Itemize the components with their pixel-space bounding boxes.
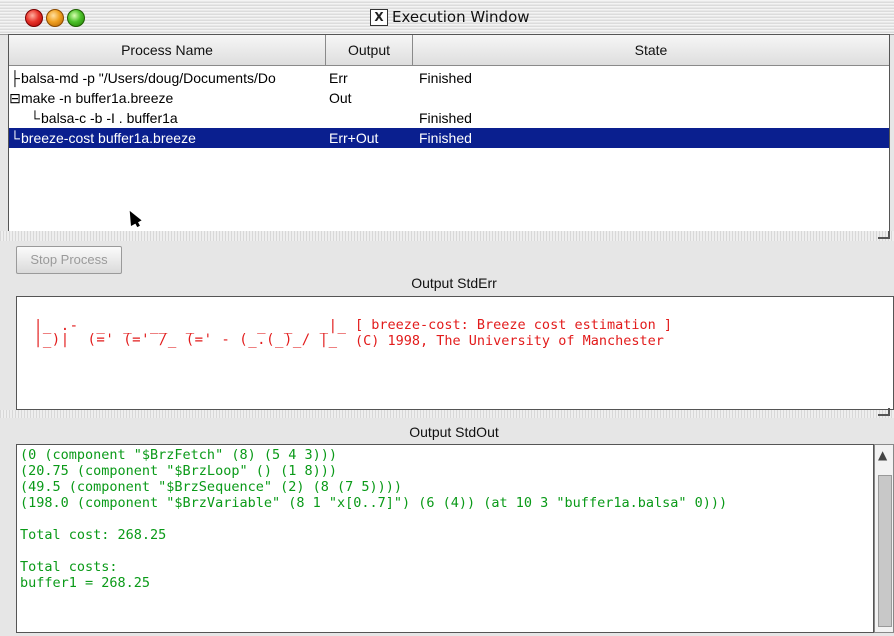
stdout-line: Total costs:	[20, 559, 118, 575]
scrollbar-thumb[interactable]	[878, 475, 892, 627]
stdout-output[interactable]: (0 (component "$BrzFetch" (8) (5 4 3))) …	[16, 444, 874, 633]
window-title: Execution Window	[392, 8, 530, 26]
mouse-pointer-icon	[124, 208, 142, 226]
stop-process-button[interactable]: Stop Process	[16, 246, 122, 274]
column-output[interactable]: Output	[326, 35, 413, 65]
process-name: breeze-cost buffer1a.breeze	[21, 130, 196, 146]
tree-collapse-icon[interactable]: ⊟	[9, 88, 21, 108]
ascii-line: |_ .- _ _ __ _ _ _ _|_	[25, 318, 347, 334]
process-output	[329, 108, 409, 128]
stdout-line: (20.75 (component "$BrzLoop" () (1 8)))	[20, 463, 337, 479]
stdout-line: (0 (component "$BrzFetch" (8) (5 4 3)))	[20, 447, 337, 463]
stdout-title: Output StdOut	[409, 424, 499, 440]
stderr-title: Output StdErr	[411, 275, 497, 291]
process-name: balsa-md -p "/Users/doug/Documents/Do	[21, 70, 276, 86]
process-state: Finished	[419, 70, 472, 86]
x11-icon: X	[370, 9, 388, 26]
stdout-line: buffer1 = 268.25	[20, 575, 151, 591]
column-process-name[interactable]: Process Name	[9, 35, 326, 65]
process-row-selected[interactable]: └breeze-cost buffer1a.breeze Err+Out Fin…	[9, 128, 889, 148]
stdout-line: Total cost: 268.25	[20, 527, 167, 543]
column-state[interactable]: State	[413, 35, 889, 65]
process-output: Err	[329, 70, 348, 86]
stderr-line: [ breeze-cost: Breeze cost estimation ]	[355, 317, 672, 333]
process-state	[419, 88, 819, 108]
tree-leaf-icon: └	[10, 130, 20, 146]
minimize-button[interactable]	[46, 9, 64, 27]
scroll-up-arrow-icon[interactable]: ▲	[878, 449, 887, 461]
close-button[interactable]	[25, 9, 43, 27]
stdout-line: (198.0 (component "$BrzVariable" (8 1 "x…	[20, 495, 728, 511]
resize-grip-icon[interactable]	[878, 408, 890, 416]
process-name: balsa-c -b -I . buffer1a	[41, 110, 178, 126]
process-table: Process Name Output State ├balsa-md -p "…	[8, 34, 890, 233]
process-output: Err+Out	[329, 130, 379, 146]
process-row[interactable]: ├balsa-md -p "/Users/doug/Documents/Do E…	[9, 68, 889, 88]
ascii-line: |_)| (=' (=' /_ (=' - (_.(_)_/ |_	[25, 332, 347, 348]
table-header: Process Name Output State	[9, 35, 889, 66]
process-name-cell: ⊟make -n buffer1a.breeze	[9, 88, 329, 108]
title-bar: X Execution Window	[0, 0, 894, 35]
tree-branch-icon: ├	[10, 70, 20, 86]
tree-leaf-icon: └	[30, 110, 40, 126]
breeze-cost-ascii-logo: |_ .- _ _ __ _ _ _ _|_ |_)| (=' (=' /_ (…	[25, 319, 346, 347]
stdout-line: (49.5 (component "$BrzSequence" (2) (8 (…	[20, 479, 403, 495]
pane-splitter[interactable]	[0, 231, 894, 241]
process-name-cell: └breeze-cost buffer1a.breeze	[9, 128, 329, 148]
resize-grip-icon[interactable]	[878, 231, 890, 239]
process-name: make -n buffer1a.breeze	[21, 90, 174, 106]
process-name-cell: ├balsa-md -p "/Users/doug/Documents/Do	[9, 68, 329, 88]
process-state: Finished	[419, 130, 472, 146]
stderr-output[interactable]: |_ .- _ _ __ _ _ _ _|_ |_)| (=' (=' /_ (…	[16, 296, 894, 410]
process-output: Out	[329, 90, 352, 106]
process-name-cell: └balsa-c -b -I . buffer1a	[9, 108, 349, 128]
stderr-line: (C) 1998, The University of Manchester	[355, 333, 664, 349]
zoom-button[interactable]	[67, 9, 85, 27]
stdout-scrollbar[interactable]: ▲	[874, 444, 894, 633]
pane-splitter[interactable]	[0, 408, 894, 418]
process-row[interactable]: └balsa-c -b -I . buffer1a Finished	[9, 108, 889, 128]
process-state: Finished	[419, 110, 472, 126]
process-row[interactable]: ⊟make -n buffer1a.breeze Out	[9, 88, 889, 108]
